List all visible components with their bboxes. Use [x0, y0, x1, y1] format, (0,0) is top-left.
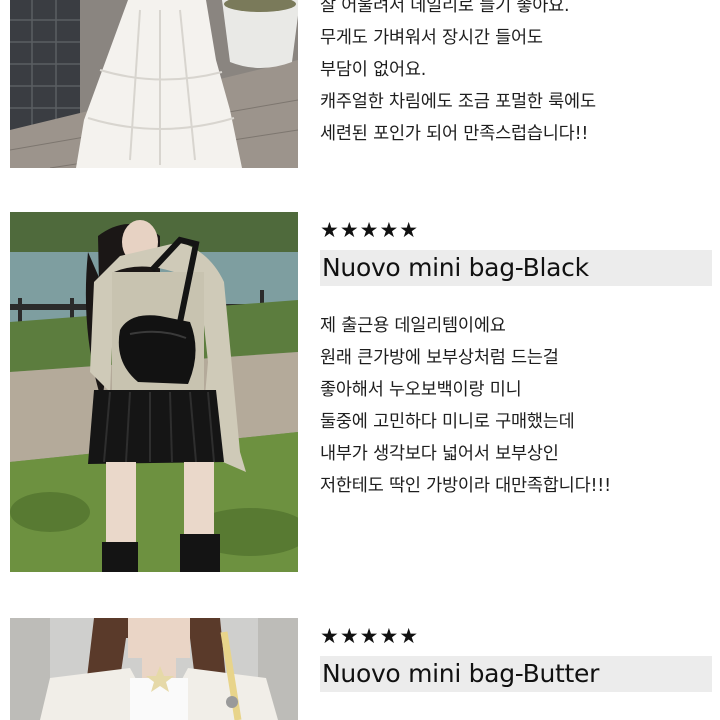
review-line: 둘중에 고민하다 미니로 구매했는데: [320, 412, 575, 432]
photo-butter-bag-illustration: [10, 618, 298, 720]
review-text-1: 잘 어울려서 데일리로 들기 좋아요. 무게도 가벼워서 장시간 들어도 부담이…: [320, 0, 712, 150]
review-card-3: ★★★★★ Nuovo mini bag-Butter: [0, 618, 720, 720]
review-photo-black-bag[interactable]: [10, 212, 298, 572]
review-card-2: ★★★★★ Nuovo mini bag-Black 제 출근용 데일리템이에요…: [0, 212, 720, 572]
review-line: 원래 큰가방에 보부상처럼 드는걸: [320, 348, 559, 368]
review-text-3: ★★★★★ Nuovo mini bag-Butter: [320, 624, 712, 692]
review-line: 세련된 포인가 되어 만족스럽습니다!!: [320, 124, 589, 144]
product-name-badge: Nuovo mini bag-Butter: [320, 656, 712, 692]
review-line: 좋아해서 누오보백이랑 미니: [320, 380, 522, 400]
review-line: 저한테도 딱인 가방이라 대만족합니다!!!: [320, 476, 611, 496]
product-name-badge: Nuovo mini bag-Black: [320, 250, 712, 286]
review-line: 무게도 가벼워서 장시간 들어도: [320, 28, 543, 48]
photo-white-skirt-illustration: [10, 0, 298, 168]
review-photo-butter-bag[interactable]: [10, 618, 298, 720]
star-rating: ★★★★★: [320, 218, 420, 242]
photo-black-bag-illustration: [10, 212, 298, 572]
review-line: 캐주얼한 차림에도 조금 포멀한 룩에도: [320, 92, 596, 112]
review-line: 내부가 생각보다 넓어서 보부상인: [320, 444, 559, 464]
review-photo-white-skirt[interactable]: [10, 0, 298, 168]
review-line: 부담이 없어요.: [320, 60, 427, 80]
review-card-1: 잘 어울려서 데일리로 들기 좋아요. 무게도 가벼워서 장시간 들어도 부담이…: [0, 0, 720, 170]
review-text-2: ★★★★★ Nuovo mini bag-Black 제 출근용 데일리템이에요…: [320, 218, 712, 502]
star-rating: ★★★★★: [320, 624, 420, 648]
review-line: 제 출근용 데일리템이에요: [320, 316, 506, 336]
review-body: 제 출근용 데일리템이에요 원래 큰가방에 보부상처럼 드는걸 좋아해서 누오보…: [320, 310, 712, 502]
review-line: 잘 어울려서 데일리로 들기 좋아요.: [320, 0, 570, 16]
